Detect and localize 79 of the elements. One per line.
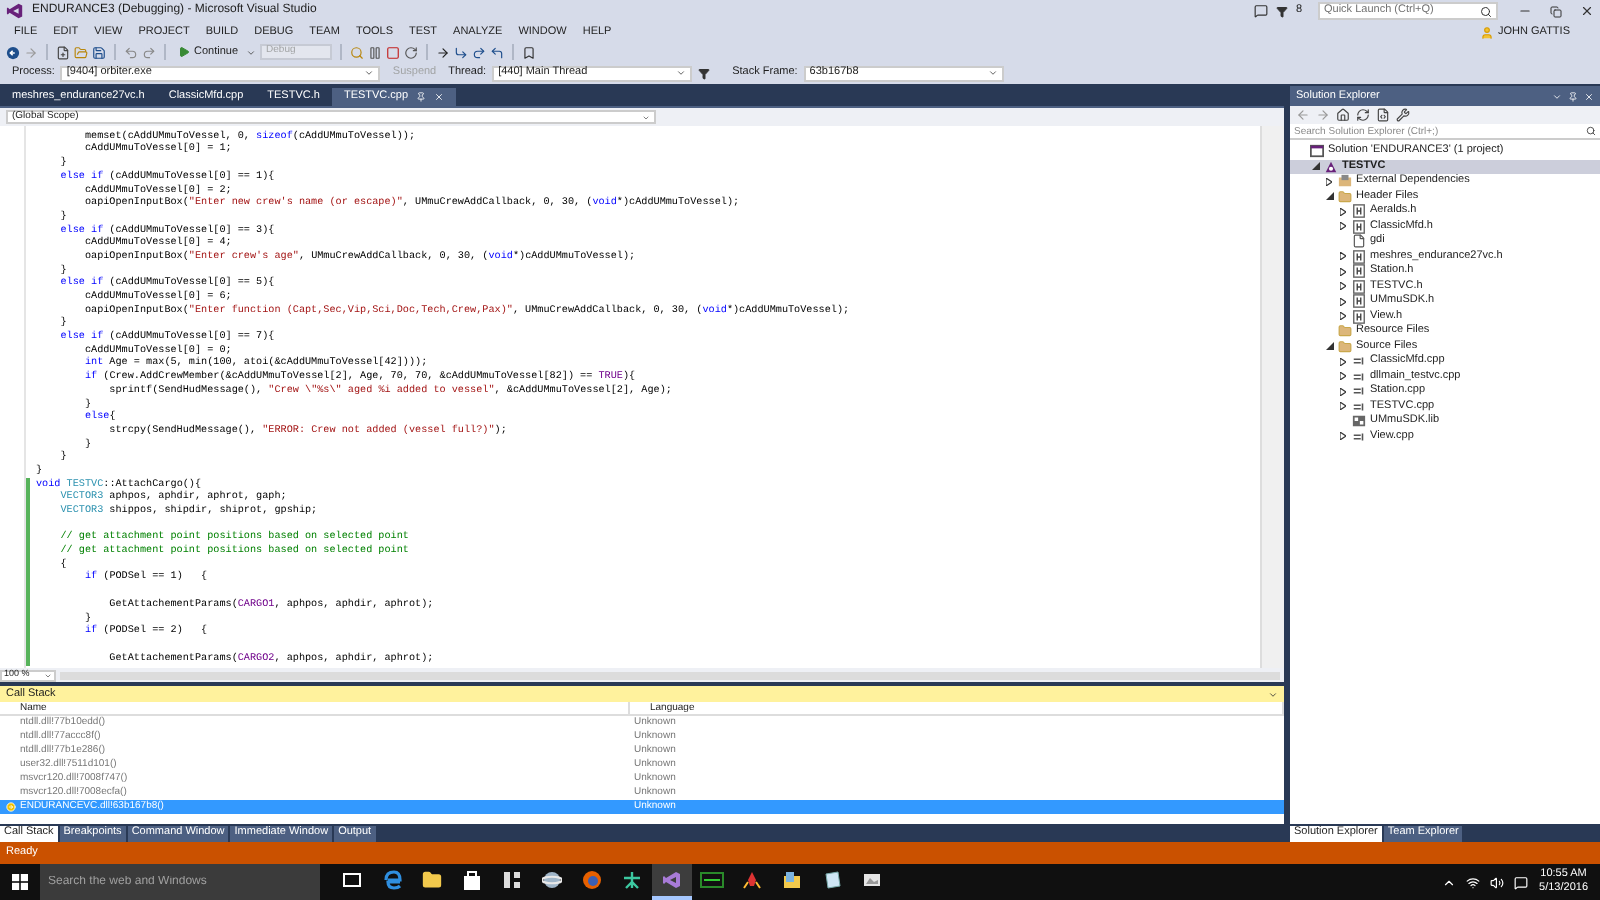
step-over-icon[interactable]	[472, 45, 487, 59]
expanded-arrow-icon[interactable]	[1325, 342, 1333, 351]
horizontal-scrollbar[interactable]	[60, 671, 1280, 679]
collapsed-arrow-icon[interactable]	[1340, 297, 1346, 306]
dropdown-caret-icon[interactable]	[246, 47, 257, 57]
action-center-icon[interactable]	[1513, 875, 1528, 889]
figure-icon[interactable]	[622, 870, 642, 890]
expanded-arrow-icon[interactable]	[1325, 192, 1333, 201]
project-icon	[1324, 159, 1338, 174]
shopping-bag-icon[interactable]	[462, 870, 482, 890]
dropdown-caret-icon	[676, 68, 687, 78]
view-code-icon[interactable]	[1376, 108, 1390, 122]
file-icon	[1352, 234, 1366, 249]
pause-icon[interactable]	[368, 45, 383, 59]
notebook-icon[interactable]	[822, 870, 842, 890]
task-view-icon[interactable]	[342, 872, 362, 888]
show-hidden-icons-icon[interactable]	[1441, 875, 1456, 889]
sync-icon[interactable]	[1356, 108, 1370, 122]
dropdown-caret-icon	[987, 68, 998, 78]
collapsed-arrow-icon[interactable]	[1340, 432, 1346, 441]
collapsed-arrow-icon[interactable]	[1340, 357, 1346, 366]
stop-icon[interactable]	[386, 45, 401, 59]
vertical-scrollbar[interactable]	[1260, 126, 1284, 668]
restore-icon[interactable]	[1550, 5, 1562, 17]
network-icon[interactable]	[1465, 875, 1480, 889]
step-out-icon[interactable]	[490, 45, 505, 59]
collapsed-arrow-icon[interactable]	[1340, 282, 1346, 291]
windows-logo-icon[interactable]	[12, 874, 28, 890]
source-file-icon	[1352, 429, 1366, 444]
collapsed-arrow-icon[interactable]	[1340, 387, 1346, 396]
redo-icon[interactable]	[142, 45, 156, 59]
feedback-filter-icon[interactable]	[1275, 5, 1288, 17]
back-icon[interactable]	[6, 45, 20, 59]
terminal-icon[interactable]	[700, 872, 724, 888]
taskbar-app[interactable]	[652, 864, 692, 900]
firefox-icon[interactable]	[582, 870, 602, 890]
dropdown-caret-icon[interactable]	[1268, 689, 1278, 699]
restart-icon[interactable]	[404, 45, 419, 59]
properties-icon[interactable]	[1396, 108, 1410, 122]
references-icon	[1338, 174, 1352, 189]
edge-icon[interactable]	[382, 870, 402, 890]
solution-icon	[1310, 144, 1324, 159]
collapsed-arrow-icon[interactable]	[1340, 267, 1346, 276]
globe-icon[interactable]	[542, 870, 562, 890]
collapsed-arrow-icon[interactable]	[1340, 372, 1346, 381]
bookmark-icon[interactable]	[522, 45, 537, 59]
filter-icon[interactable]	[698, 67, 711, 79]
next-statement-icon[interactable]	[436, 45, 451, 59]
search-icon[interactable]	[1480, 5, 1492, 17]
collapsed-arrow-icon[interactable]	[1340, 312, 1346, 321]
pin-icon[interactable]	[1568, 91, 1578, 101]
close-icon[interactable]	[1580, 4, 1594, 18]
save-icon[interactable]	[92, 45, 106, 59]
play-icon	[178, 46, 190, 58]
collapsed-arrow-icon[interactable]	[1340, 402, 1346, 411]
home-icon[interactable]	[1336, 108, 1350, 122]
collapsed-arrow-icon[interactable]	[1340, 207, 1346, 216]
library-icon	[1352, 414, 1366, 429]
step-into-icon[interactable]	[454, 45, 469, 59]
rocket-icon[interactable]	[742, 870, 762, 890]
expanded-arrow-icon[interactable]	[1311, 162, 1319, 171]
undo-icon[interactable]	[124, 45, 138, 59]
notification-icon[interactable]	[1253, 4, 1268, 18]
volume-icon[interactable]	[1489, 875, 1504, 889]
panels-icon[interactable]	[502, 870, 522, 890]
photos-icon[interactable]	[862, 870, 882, 890]
collapsed-arrow-icon[interactable]	[1326, 177, 1332, 186]
visual-studio-logo	[6, 2, 24, 20]
collapsed-arrow-icon[interactable]	[1340, 252, 1346, 261]
folder-icon	[1338, 189, 1352, 204]
new-file-icon[interactable]	[56, 45, 70, 59]
pin-icon[interactable]	[416, 92, 427, 102]
folder-icon[interactable]	[422, 870, 442, 890]
picture-folder-icon[interactable]	[782, 870, 802, 890]
minimize-icon[interactable]	[1518, 4, 1532, 18]
collapsed-arrow-icon[interactable]	[1340, 222, 1346, 231]
dropdown-caret-icon	[364, 68, 375, 78]
search-icon[interactable]	[1586, 126, 1596, 136]
visual-studio-icon[interactable]	[662, 870, 682, 890]
